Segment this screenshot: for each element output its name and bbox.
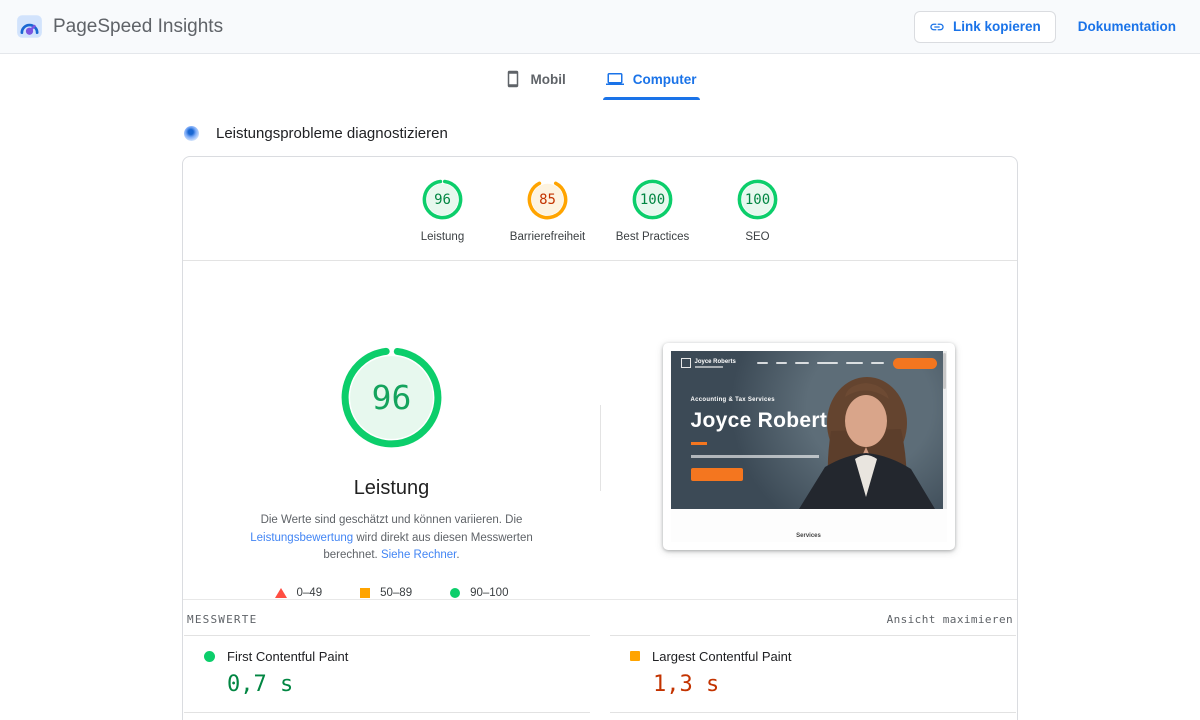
score-legend: 0–49 50–89 90–100 bbox=[274, 586, 508, 599]
laptop-icon bbox=[605, 73, 624, 85]
score-gauge: 96 bbox=[422, 179, 463, 220]
section-title: Leistungsprobleme diagnostizieren bbox=[216, 125, 448, 142]
legend-range: 0–49 bbox=[296, 586, 323, 599]
metric-status-icon bbox=[630, 651, 640, 661]
score-gauge: 100 bbox=[737, 179, 778, 220]
performance-note: Die Werte sind geschätzt und können vari… bbox=[246, 512, 538, 565]
legend-range: 50–89 bbox=[380, 586, 413, 599]
score-summary: 96 Leistung 85 Barrierefreiheit 100 Best… bbox=[183, 157, 1017, 260]
metric-label: First Contentful Paint bbox=[227, 648, 349, 664]
screenshot-person-photo bbox=[798, 377, 935, 509]
circle-icon bbox=[450, 587, 461, 598]
metric-tbt: Total Blocking Time bbox=[184, 711, 590, 720]
report-card: 96 Leistung 85 Barrierefreiheit 100 Best… bbox=[182, 156, 1018, 720]
tab-mobile-label: Mobil bbox=[530, 71, 566, 87]
score-label: Leistung bbox=[420, 231, 465, 243]
diagnose-section-heading: Leistungsprobleme diagnostizieren bbox=[182, 125, 1018, 142]
note-text: Die Werte sind geschätzt und können vari… bbox=[260, 514, 523, 526]
app-title: PageSpeed Insights bbox=[53, 15, 224, 37]
screenshot-hero-cta-button bbox=[690, 467, 743, 481]
screenshot-brand-subtitle bbox=[694, 366, 723, 368]
legend-good: 90–100 bbox=[450, 587, 508, 599]
note-text: . bbox=[456, 549, 460, 561]
legend-poor: 0–49 bbox=[274, 586, 323, 599]
score-value: 100 bbox=[744, 191, 771, 208]
performance-gauge-label: Leistung bbox=[353, 477, 430, 499]
score-best-practices[interactable]: 100 Best Practices bbox=[600, 179, 705, 243]
screenshot-accent-dash bbox=[690, 442, 707, 445]
tab-desktop-label: Computer bbox=[632, 71, 697, 87]
legend-range: 90–100 bbox=[470, 586, 509, 599]
page-screenshot: Joyce Roberts Accounting & Tax Services … bbox=[662, 343, 955, 550]
tab-desktop[interactable]: Computer bbox=[602, 62, 700, 100]
smartphone-icon bbox=[507, 70, 518, 88]
screenshot-services-heading: Services bbox=[796, 533, 821, 539]
score-seo[interactable]: 100 SEO bbox=[705, 179, 810, 243]
device-tabs: Mobil Computer bbox=[0, 62, 1200, 100]
screenshot-brand: Joyce Roberts bbox=[680, 358, 736, 368]
performance-gauge-value: 96 bbox=[371, 378, 412, 417]
performance-report: 96 Leistung Die Werte sind geschätzt und… bbox=[183, 261, 1017, 599]
metric-lcp: Largest Contentful Paint 1,3 s bbox=[610, 634, 1016, 712]
legend-average: 50–89 bbox=[360, 587, 412, 599]
screenshot-hero: Joyce Roberts Accounting & Tax Services … bbox=[670, 351, 947, 509]
performance-gauge: 96 bbox=[339, 345, 444, 450]
screenshot-content: Joyce Roberts Accounting & Tax Services … bbox=[670, 351, 947, 542]
documentation-link[interactable]: Dokumentation bbox=[1078, 19, 1176, 34]
metrics-section: MESSWERTE Ansicht maximieren First Conte… bbox=[183, 598, 1017, 720]
screenshot-brand-logo bbox=[680, 358, 691, 368]
score-gauge: 85 bbox=[527, 179, 568, 220]
metric-fcp: First Contentful Paint 0,7 s bbox=[184, 634, 590, 712]
score-performance[interactable]: 96 Leistung bbox=[390, 179, 495, 243]
metric-value: 1,3 s bbox=[653, 671, 720, 697]
link-icon bbox=[930, 23, 944, 30]
screenshot-nav-links bbox=[756, 361, 884, 365]
beacon-icon bbox=[184, 126, 199, 141]
metric-value: 0,7 s bbox=[227, 671, 294, 697]
scoring-link[interactable]: Leistungsbewertung bbox=[250, 532, 353, 544]
score-accessibility[interactable]: 85 Barrierefreiheit bbox=[495, 179, 600, 243]
metrics-grid: First Contentful Paint 0,7 s Largest Con… bbox=[183, 634, 1017, 720]
triangle-icon bbox=[274, 587, 287, 598]
screenshot-panel: Joyce Roberts Accounting & Tax Services … bbox=[600, 261, 1017, 599]
screenshot-nav-cta-button bbox=[892, 357, 937, 369]
screenshot-footer-strip: Services bbox=[670, 509, 947, 542]
metric-status-icon bbox=[204, 650, 215, 662]
score-label: Best Practices bbox=[615, 231, 690, 243]
metrics-header: MESSWERTE Ansicht maximieren bbox=[183, 600, 1017, 635]
copy-link-button[interactable]: Link kopieren bbox=[913, 10, 1056, 43]
tab-mobile[interactable]: Mobil bbox=[501, 62, 569, 100]
screenshot-brand-name: Joyce Roberts bbox=[694, 358, 736, 365]
performance-gauge-panel: 96 Leistung Die Werte sind geschätzt und… bbox=[183, 261, 600, 599]
screenshot-scrollbar bbox=[942, 351, 947, 509]
score-value: 96 bbox=[434, 191, 451, 208]
calculator-link[interactable]: Siehe Rechner bbox=[381, 549, 456, 561]
score-label: SEO bbox=[745, 231, 770, 243]
metrics-title: MESSWERTE bbox=[187, 612, 258, 626]
score-gauge: 100 bbox=[632, 179, 673, 220]
expand-view-link[interactable]: Ansicht maximieren bbox=[887, 613, 1013, 626]
metric-cls: Cumulative Layout Shift bbox=[610, 711, 1016, 720]
metric-label: Largest Contentful Paint bbox=[652, 648, 792, 664]
vertical-divider bbox=[600, 405, 601, 491]
score-value: 100 bbox=[639, 191, 666, 208]
score-label: Barrierefreiheit bbox=[509, 231, 586, 243]
score-value: 85 bbox=[539, 191, 556, 208]
pagespeed-logo-icon bbox=[17, 15, 42, 38]
screenshot-scrollbar-thumb bbox=[943, 353, 946, 389]
copy-link-label: Link kopieren bbox=[952, 19, 1041, 34]
app-header: PageSpeed Insights Link kopieren Dokumen… bbox=[0, 0, 1200, 54]
square-icon bbox=[360, 587, 371, 598]
